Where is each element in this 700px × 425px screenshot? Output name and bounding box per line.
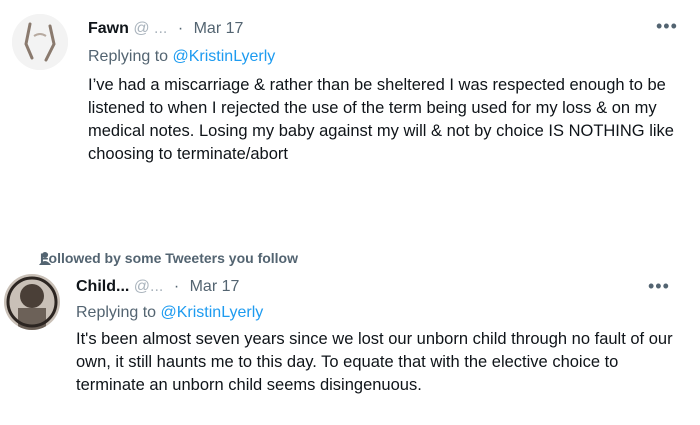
author-name[interactable]: Fawn xyxy=(88,20,129,37)
mention-link[interactable]: @KristinLyerly xyxy=(161,304,264,321)
author-name[interactable]: Child... xyxy=(76,278,129,295)
avatar[interactable] xyxy=(12,14,68,70)
mention-link[interactable]: @KristinLyerly xyxy=(173,48,276,65)
replying-to: Replying to @KristinLyerly xyxy=(88,48,275,66)
separator-dot: · xyxy=(177,20,184,37)
tweet-2[interactable]: Child... @... · Mar 17 ••• Replying to @… xyxy=(0,240,700,425)
avatar[interactable] xyxy=(4,274,60,330)
tweet-1[interactable]: Fawn @ ... · Mar 17 ••• Replying to @Kri… xyxy=(0,0,700,210)
author-handle[interactable]: @... xyxy=(134,278,164,295)
tweet-date[interactable]: Mar 17 xyxy=(194,20,244,37)
more-icon[interactable]: ••• xyxy=(648,276,670,297)
more-icon[interactable]: ••• xyxy=(656,16,678,37)
replying-prefix: Replying to xyxy=(76,304,161,321)
author-handle[interactable]: @ ... xyxy=(133,20,171,37)
tweet-date[interactable]: Mar 17 xyxy=(190,278,240,295)
separator-dot: · xyxy=(173,278,180,295)
replying-to: Replying to @KristinLyerly xyxy=(76,304,263,322)
tweet-header: Child... @... · Mar 17 xyxy=(76,278,239,296)
tweet-text: It's been almost seven years since we lo… xyxy=(76,330,673,394)
replying-prefix: Replying to xyxy=(88,48,173,65)
tweet-header: Fawn @ ... · Mar 17 xyxy=(88,20,243,38)
tweet-text: I’ve had a miscarriage & rather than be … xyxy=(88,76,674,163)
